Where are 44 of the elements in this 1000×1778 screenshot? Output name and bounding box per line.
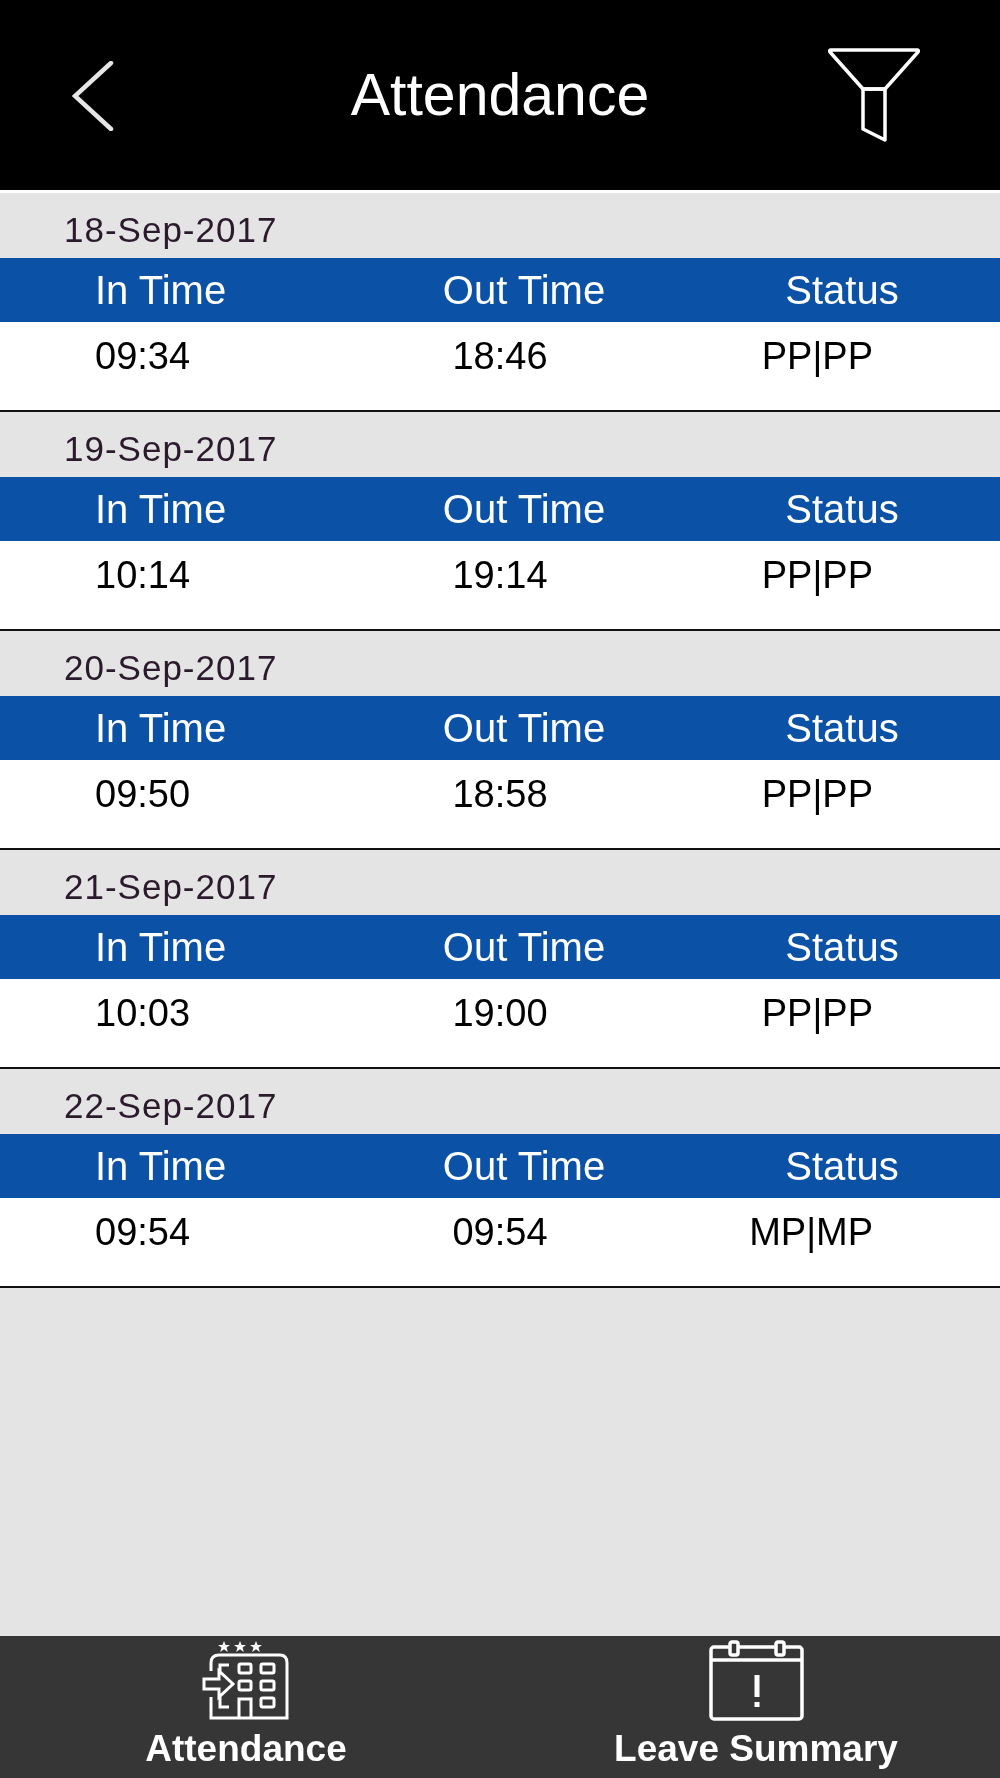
table-cell-text: PP|PP [761,772,873,817]
date-label: 21-Sep-2017 [63,866,278,908]
column-header: In Time [95,1143,227,1190]
table-cell-text: MP|MP [749,1210,873,1255]
column-header: Out Time [442,267,606,314]
table-cell-text: 19:14 [452,553,548,598]
column-header: Out Time [442,705,606,752]
table-cell-text: 09:54 [95,1210,191,1255]
column-header: In Time [95,924,227,971]
tab-button[interactable]: Leave Summary [492,1636,1000,1778]
filter-button[interactable] [828,47,921,143]
column-header: Status [785,267,899,314]
column-header: Status [785,1143,899,1190]
back-button[interactable] [72,61,114,131]
tab-button[interactable]: Attendance [0,1636,492,1778]
date-label: 20-Sep-2017 [63,647,278,689]
date-label: 22-Sep-2017 [63,1085,278,1127]
date-label: 18-Sep-2017 [63,209,278,251]
table-cell-text: 09:34 [95,334,191,379]
table-cell-text: PP|PP [761,553,873,598]
column-header: Out Time [442,486,606,533]
building-icon [202,1641,290,1721]
table-cell-text: 19:00 [452,991,548,1036]
table-cell-text: 18:58 [452,772,548,817]
calendar-alert-icon [708,1640,804,1721]
table-cell-text: 10:14 [95,553,191,598]
column-header: Status [785,705,899,752]
column-header: In Time [95,705,227,752]
column-header: Out Time [442,1143,606,1190]
page-title: Attendance [350,61,650,130]
column-header: In Time [95,486,227,533]
table-cell-text: 09:54 [452,1210,548,1255]
table-cell-text: PP|PP [761,991,873,1036]
funnel-icon [828,47,921,143]
table-cell-text: PP|PP [761,334,873,379]
table-cell-text: 09:50 [95,772,191,817]
chevron-left-icon [72,61,114,131]
column-header: In Time [95,267,227,314]
table-cell-text: 10:03 [95,991,191,1036]
column-header: Status [785,486,899,533]
column-header: Out Time [442,924,606,971]
table-cell-text: 18:46 [452,334,548,379]
column-header: Status [785,924,899,971]
date-label: 19-Sep-2017 [63,428,278,470]
